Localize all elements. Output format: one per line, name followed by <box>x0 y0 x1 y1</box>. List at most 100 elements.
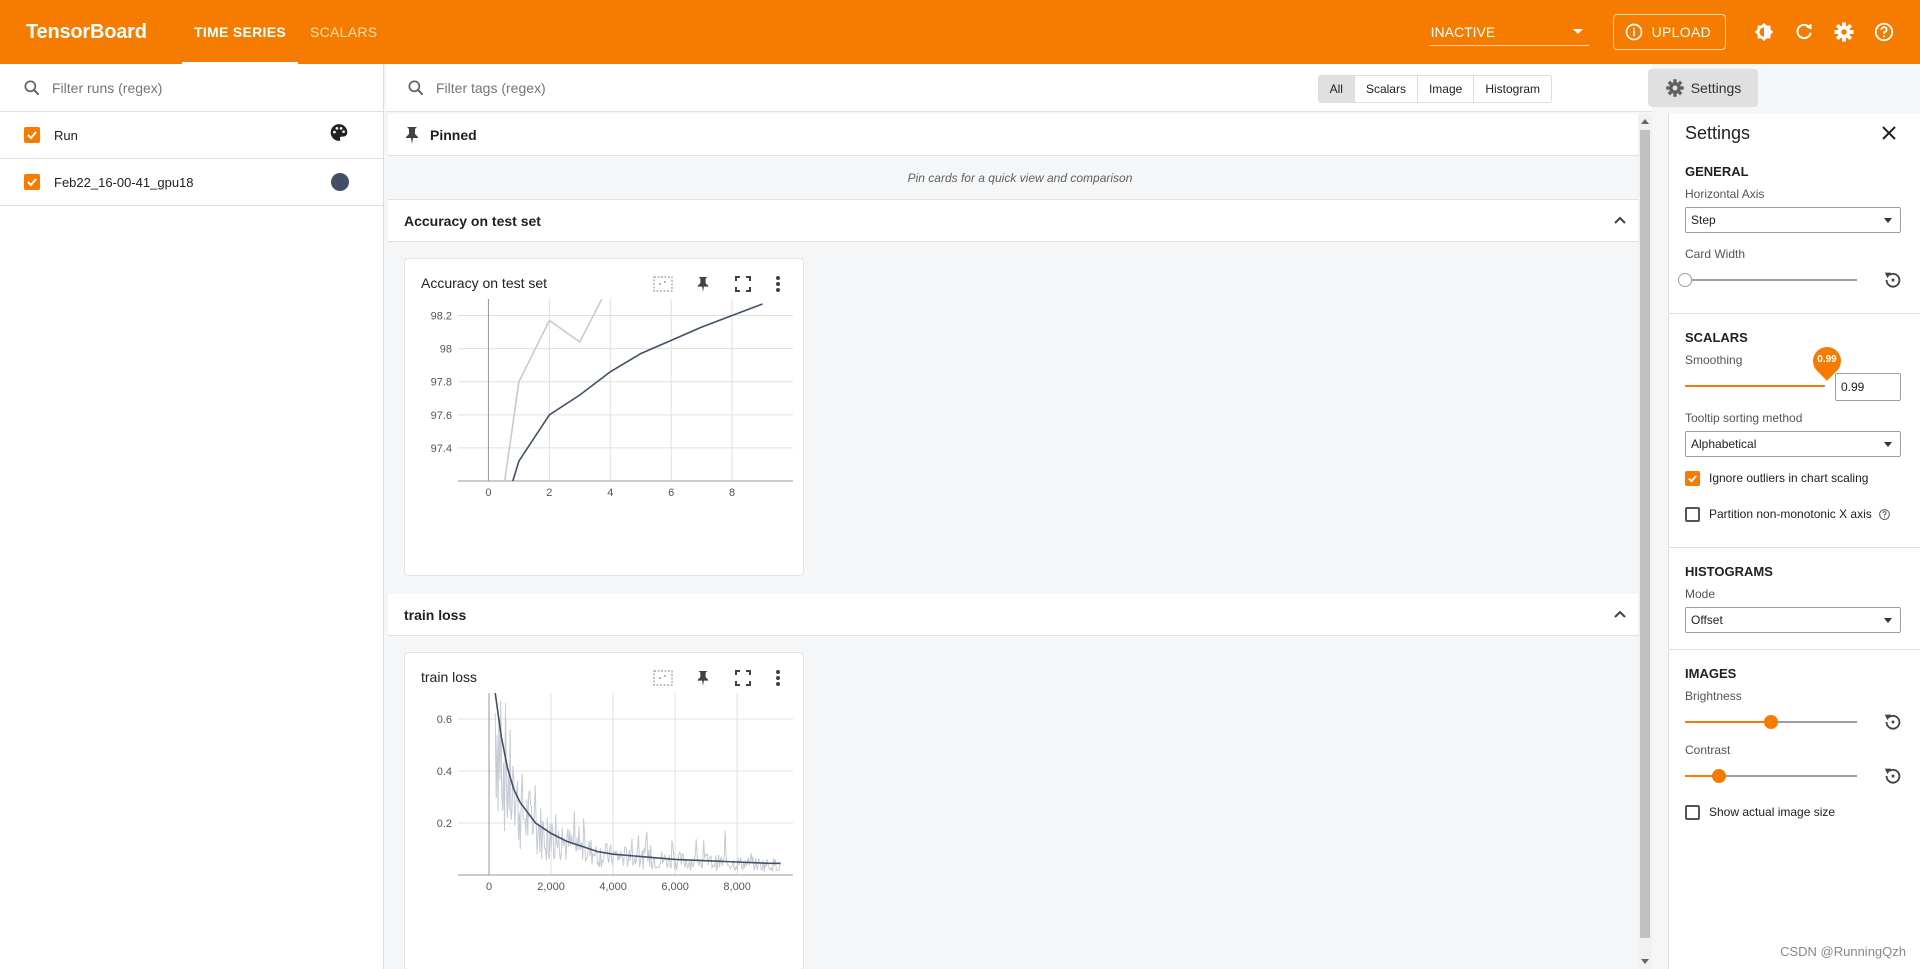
tooltip-sort-select[interactable]: Alphabetical <box>1685 431 1901 457</box>
type-filter-image[interactable]: Image <box>1418 76 1475 102</box>
horizontal-axis-label: Horizontal Axis <box>1685 187 1765 201</box>
card-title: Accuracy on test set <box>421 275 548 291</box>
fit-domain-icon <box>653 276 673 292</box>
help-icon[interactable] <box>1878 508 1891 521</box>
fit-domain-button[interactable] <box>643 665 683 691</box>
scroll-up-icon[interactable] <box>1641 119 1649 124</box>
reset-icon[interactable] <box>1882 765 1904 787</box>
type-filter-histogram[interactable]: Histogram <box>1474 76 1551 102</box>
actual-size-row[interactable]: Show actual image size <box>1685 797 1904 827</box>
settings-panel-header: Settings <box>1669 114 1920 152</box>
scrollbar-thumb[interactable] <box>1640 130 1650 938</box>
ignore-outliers-checkbox[interactable] <box>1685 470 1700 486</box>
tag-filter-placeholder: Filter tags (regex) <box>436 79 546 96</box>
more-options-button[interactable] <box>763 271 793 297</box>
settings-scalars: SCALARS Smoothing 0.99 0.99 Tooltip sort… <box>1669 314 1920 548</box>
line-chart-train-loss[interactable]: 0 2,000 4,000 6,000 8,000 0.2 0.4 0.6 <box>405 693 805 963</box>
tab-scalars[interactable]: SCALARS <box>298 0 389 64</box>
chevron-up-icon[interactable] <box>1612 606 1628 622</box>
group-header-accuracy[interactable]: Accuracy on test set <box>388 200 1652 242</box>
fullscreen-button[interactable] <box>723 665 763 691</box>
horizontal-axis-select[interactable]: Step <box>1685 207 1901 233</box>
upload-button[interactable]: UPLOAD <box>1612 14 1726 50</box>
x-tick-label: 0 <box>485 487 491 499</box>
pin-card-button[interactable] <box>683 271 723 297</box>
help-icon <box>1874 22 1894 42</box>
pinned-section-header: Pinned <box>388 114 1652 156</box>
runs-filter[interactable]: Filter runs (regex) <box>0 64 383 112</box>
histogram-mode-select[interactable]: Offset <box>1685 607 1901 633</box>
reset-icon[interactable] <box>1882 269 1904 291</box>
settings-panel-title: Settings <box>1685 122 1751 143</box>
fullscreen-button[interactable] <box>723 271 763 297</box>
smoothing-input[interactable]: 0.99 <box>1835 373 1901 401</box>
partition-checkbox[interactable] <box>1685 506 1700 522</box>
brightness-slider[interactable] <box>1685 709 1904 735</box>
card-width-slider[interactable] <box>1678 267 1904 293</box>
chevron-down-icon <box>1884 217 1892 223</box>
actual-size-checkbox[interactable] <box>1685 804 1700 820</box>
scalar-card-accuracy: Accuracy on test set 0 2 4 6 8 97.4 97.6 97.8 98… <box>404 258 804 576</box>
run-color-swatch[interactable] <box>331 173 349 191</box>
y-tick-label: 98.2 <box>431 311 452 323</box>
slider-track <box>1685 279 1857 281</box>
group-cards-train-loss: train loss 0 2,000 4,000 6,000 8,000 0.2 0.4 0.… <box>388 636 1652 969</box>
refresh-button[interactable] <box>1784 12 1824 52</box>
scalar-card-train-loss: train loss 0 2,000 4,000 6,000 8,000 0.2 0.4 0.… <box>404 652 804 969</box>
pinned-title: Pinned <box>430 126 477 143</box>
chevron-down-icon <box>1884 441 1892 447</box>
tab-time-series[interactable]: TIME SERIES <box>182 0 298 64</box>
actual-size-label: Show actual image size <box>1709 805 1836 819</box>
search-icon <box>408 80 424 95</box>
x-tick-label: 8,000 <box>723 881 751 893</box>
settings-panel: Settings GENERAL Horizontal Axis Step Ca… <box>1668 114 1920 969</box>
partition-row[interactable]: Partition non-monotonic X axis <box>1685 499 1904 529</box>
palette-button[interactable] <box>329 123 349 148</box>
histogram-mode-value: Offset <box>1691 613 1723 627</box>
images-heading: IMAGES <box>1685 666 1737 681</box>
run-all-checkbox[interactable] <box>24 127 40 143</box>
reload-state-select[interactable]: INACTIVE <box>1428 18 1589 46</box>
smoothing-slider[interactable]: 0.99 0.99 <box>1685 341 1904 403</box>
line-chart-accuracy[interactable]: 0 2 4 6 8 97.4 97.6 97.8 98 98.2 <box>405 299 805 569</box>
settings-toggle-button[interactable]: Settings <box>1648 69 1758 107</box>
tag-filter-bar[interactable]: Filter tags (regex) All Scalars Image Hi… <box>386 64 1758 112</box>
ignore-outliers-row[interactable]: Ignore outliers in chart scaling <box>1685 463 1904 493</box>
type-filter-scalars[interactable]: Scalars <box>1355 76 1418 102</box>
y-tick-label: 0.2 <box>437 818 452 830</box>
settings-gear-button[interactable] <box>1824 12 1864 52</box>
fullscreen-icon <box>735 670 751 686</box>
type-filter-all[interactable]: All <box>1318 76 1355 102</box>
slider-thumb[interactable] <box>1678 273 1692 287</box>
theme-toggle-button[interactable] <box>1744 12 1784 52</box>
cards-scroll-area[interactable]: Pinned Pin cards for a quick view and co… <box>388 114 1652 969</box>
fit-domain-button[interactable] <box>643 271 683 297</box>
scroll-down-icon[interactable] <box>1641 959 1649 964</box>
plugin-type-toggle: All Scalars Image Histogram <box>1317 75 1552 103</box>
tooltip-sort-label: Tooltip sorting method <box>1685 411 1803 425</box>
x-tick-label: 2,000 <box>537 881 565 893</box>
y-tick-label: 98 <box>440 344 452 356</box>
tooltip-sort-value: Alphabetical <box>1691 437 1757 451</box>
reload-state-value: INACTIVE <box>1430 23 1496 40</box>
help-button[interactable] <box>1864 12 1904 52</box>
main-scrollbar[interactable] <box>1638 114 1652 969</box>
more-options-button[interactable] <box>763 665 793 691</box>
group-header-train-loss[interactable]: train loss <box>388 594 1652 636</box>
run-checkbox[interactable] <box>24 174 40 190</box>
reset-icon[interactable] <box>1882 711 1904 733</box>
pin-card-button[interactable] <box>683 665 723 691</box>
runs-panel: Filter runs (regex) Run Feb22_16-00-41_g… <box>0 64 384 969</box>
palette-icon <box>330 124 348 141</box>
runs-filter-placeholder: Filter runs (regex) <box>52 79 163 96</box>
slider-thumb[interactable] <box>1764 715 1778 729</box>
smoothing-label: Smoothing <box>1685 353 1743 367</box>
slider-fill <box>1685 721 1771 723</box>
slider-fill <box>1685 385 1824 387</box>
x-tick-label: 2 <box>546 487 552 499</box>
slider-thumb[interactable] <box>1712 769 1727 783</box>
contrast-slider[interactable] <box>1685 763 1904 789</box>
close-icon[interactable] <box>1880 124 1898 142</box>
chevron-up-icon[interactable] <box>1612 212 1628 228</box>
card-width-label: Card Width <box>1685 247 1746 261</box>
